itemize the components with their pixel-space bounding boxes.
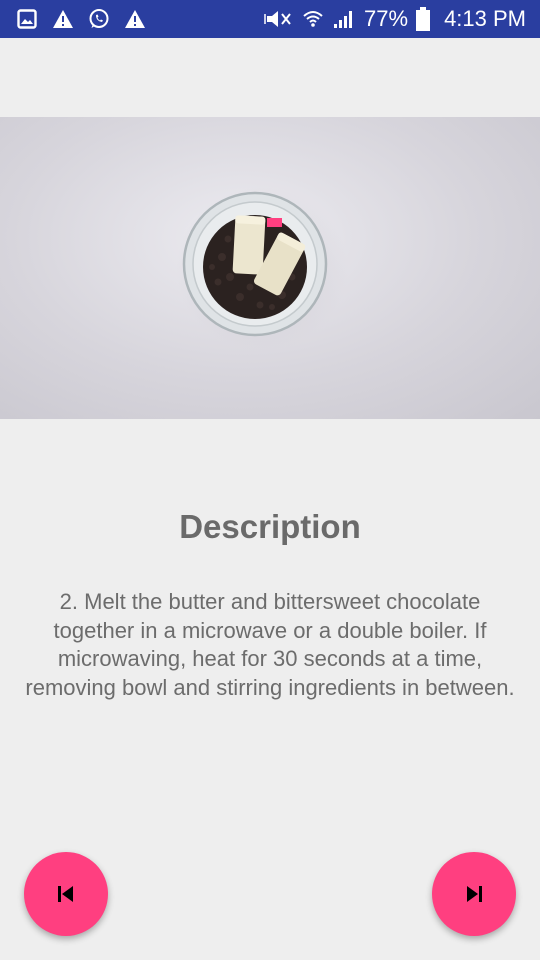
status-bar: 77% 4:13 PM: [0, 0, 540, 38]
whatsapp-icon: [88, 8, 110, 30]
next-step-button[interactable]: [432, 852, 516, 936]
system-icons: 77% 4:13 PM: [264, 0, 526, 38]
signal-icon: [332, 8, 354, 30]
vibrate-mute-icon: [264, 8, 294, 30]
skip-next-icon: [467, 886, 482, 902]
clock: 4:13 PM: [444, 6, 526, 31]
previous-step-button[interactable]: [24, 852, 108, 936]
notification-icons: [16, 0, 146, 38]
warning-icon: [52, 8, 74, 30]
step-photo-illustration: [176, 187, 348, 351]
battery-icon: [416, 7, 431, 31]
skip-previous-icon: [58, 886, 73, 902]
warning-icon: [124, 8, 146, 30]
butter-stick-1: [232, 215, 266, 275]
wifi-icon: [302, 8, 324, 30]
description-text: 2. Melt the butter and bittersweet choco…: [25, 589, 515, 700]
image-notification-icon: [16, 8, 38, 30]
step-image: [0, 117, 540, 419]
battery-percentage: 77%: [364, 6, 409, 31]
description-title: Description: [179, 508, 361, 545]
